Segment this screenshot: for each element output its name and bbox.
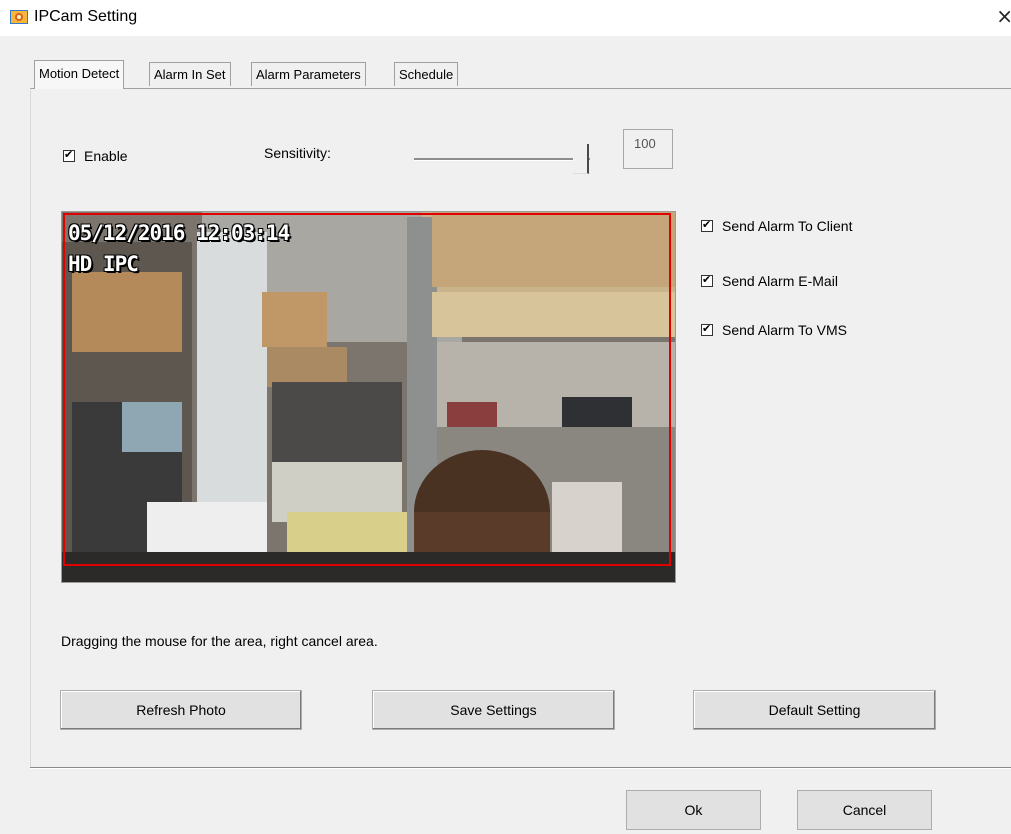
sensitivity-slider-track[interactable] [414,158,590,161]
divider-highlight [30,768,1011,769]
send-alarm-client-checkbox[interactable] [701,218,713,232]
send-alarm-email-checkbox[interactable] [701,273,713,287]
app-camera-icon [10,10,28,24]
refresh-photo-button[interactable]: Refresh Photo [60,690,302,730]
osd-camera-name: HD IPC [68,252,139,276]
sensitivity-label: Sensitivity: [264,145,331,161]
default-setting-button[interactable]: Default Setting [693,690,936,730]
send-alarm-client-label: Send Alarm To Client [722,218,853,234]
tab-alarm-in-set[interactable]: Alarm In Set [149,62,231,86]
camera-image [62,212,675,582]
title-bar: IPCam Setting × [0,0,1011,36]
osd-datetime: 05/12/2016 12:03:14 [68,221,290,245]
window-title: IPCam Setting [34,8,138,25]
ok-button[interactable]: Ok [626,790,761,830]
send-alarm-email-label: Send Alarm E-Mail [722,273,838,289]
tab-schedule[interactable]: Schedule [394,62,459,86]
enable-checkbox[interactable] [63,148,75,162]
tab-motion-detect[interactable]: Motion Detect [34,60,125,89]
camera-preview[interactable] [61,211,676,583]
cancel-button[interactable]: Cancel [797,790,932,830]
send-alarm-vms-checkbox[interactable] [701,322,713,336]
close-icon[interactable]: × [996,4,1011,28]
drag-hint-text: Dragging the mouse for the area, right c… [61,633,378,649]
sensitivity-slider-thumb[interactable] [573,144,589,174]
sensitivity-value-field[interactable]: 100 [623,129,673,169]
tab-alarm-parameters[interactable]: Alarm Parameters [251,62,366,86]
send-alarm-vms-label: Send Alarm To VMS [722,322,848,338]
save-settings-button[interactable]: Save Settings [372,690,615,730]
enable-label: Enable [84,148,128,164]
